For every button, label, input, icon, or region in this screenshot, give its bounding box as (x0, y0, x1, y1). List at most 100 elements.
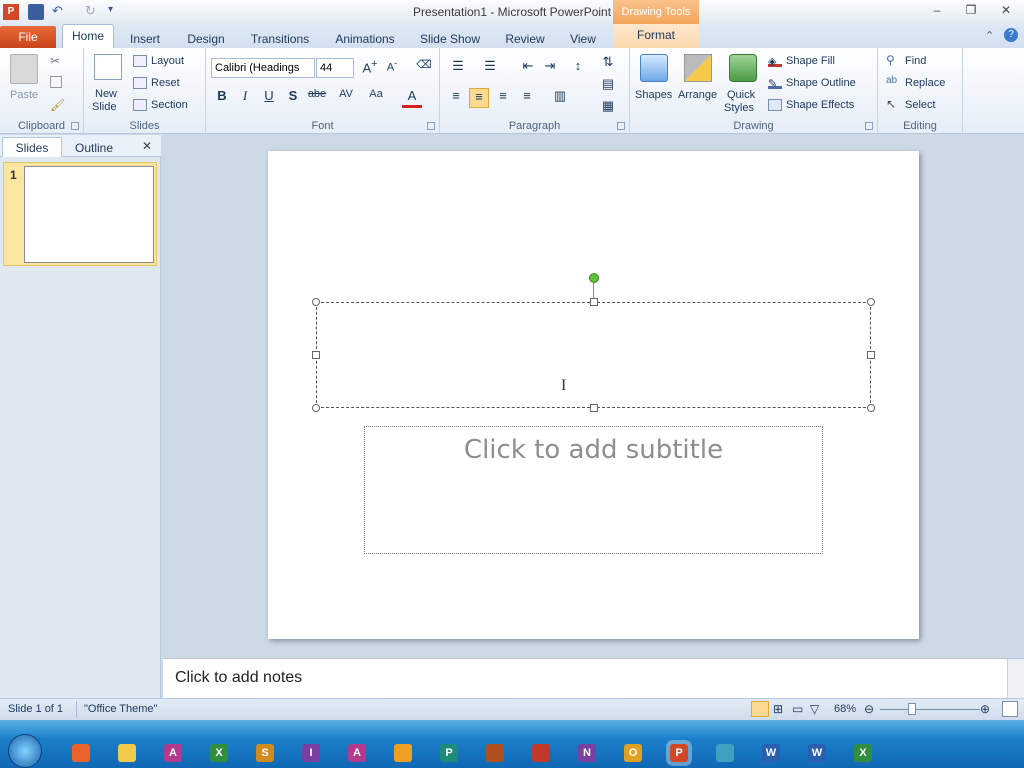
format-painter-icon[interactable]: 🖌 (50, 98, 65, 112)
cut-icon[interactable]: ✂ (50, 54, 60, 68)
tab-animations[interactable]: Animations (328, 28, 402, 48)
zoom-in-icon[interactable]: ⊕ (980, 702, 990, 716)
grow-font-icon[interactable]: A+ (360, 58, 380, 78)
shape-effects-button[interactable]: Shape Effects (786, 99, 854, 111)
smartart-icon[interactable]: ▦ (598, 98, 618, 118)
italic-button[interactable]: I (235, 88, 255, 108)
align-left-icon[interactable]: ≡ (446, 88, 466, 108)
tab-outline[interactable]: Outline (64, 139, 124, 157)
arrange-button[interactable]: Arrange (678, 89, 717, 101)
resize-handle-se[interactable] (867, 404, 875, 412)
project-icon[interactable] (532, 744, 550, 762)
onenote-icon[interactable]: N (578, 744, 596, 762)
drawing-launcher-icon[interactable] (865, 122, 873, 130)
fit-to-window-icon[interactable] (1002, 701, 1018, 717)
minimize-ribbon-icon[interactable]: ⌃ (985, 29, 994, 42)
skype-icon[interactable] (486, 744, 504, 762)
firefox-icon[interactable] (72, 744, 90, 762)
resize-handle-e[interactable] (867, 351, 875, 359)
word2-icon[interactable]: W (808, 744, 826, 762)
columns-icon[interactable]: ▥ (550, 88, 570, 108)
resize-handle-n[interactable] (590, 298, 598, 306)
copy-icon[interactable] (50, 76, 62, 88)
rotation-handle[interactable] (589, 273, 599, 283)
shapes-icon[interactable] (640, 54, 668, 82)
powerpoint-icon[interactable]: P (670, 744, 688, 762)
resize-handle-s[interactable] (590, 404, 598, 412)
slide[interactable]: I Click to add subtitle (268, 151, 919, 639)
infopath-icon[interactable]: I (302, 744, 320, 762)
clear-formatting-icon[interactable]: ⌫ (414, 58, 434, 78)
decrease-indent-icon[interactable]: ⇤ (518, 58, 538, 78)
resize-handle-ne[interactable] (867, 298, 875, 306)
replace-button[interactable]: Replace (905, 77, 945, 89)
access-icon[interactable]: A (164, 744, 182, 762)
close-button[interactable]: ✕ (994, 3, 1018, 20)
sway-icon[interactable]: S (256, 744, 274, 762)
align-right-icon[interactable]: ≡ (493, 88, 513, 108)
increase-indent-icon[interactable]: ⇥ (540, 58, 560, 78)
bold-button[interactable]: B (212, 88, 232, 108)
quick-styles-button[interactable]: Quick (727, 89, 755, 101)
zoom-level[interactable]: 68% (834, 703, 856, 715)
arrange-icon[interactable] (684, 54, 712, 82)
change-case-button[interactable]: Aa (364, 88, 388, 108)
align-text-icon[interactable]: ▤ (598, 76, 618, 96)
excel2-icon[interactable]: X (854, 744, 872, 762)
resize-handle-w[interactable] (312, 351, 320, 359)
tab-insert[interactable]: Insert (120, 28, 170, 48)
font-size-combo[interactable]: 44 (316, 58, 354, 78)
slide-thumbnail[interactable] (24, 166, 154, 263)
paint-icon[interactable] (716, 744, 734, 762)
new-slide-icon[interactable] (94, 54, 122, 80)
tab-view[interactable]: View (562, 28, 604, 48)
resize-handle-nw[interactable] (312, 298, 320, 306)
media-icon[interactable] (394, 744, 412, 762)
zoom-out-icon[interactable]: ⊖ (864, 702, 874, 716)
excel-icon[interactable]: X (210, 744, 228, 762)
shadow-button[interactable]: S (283, 88, 303, 108)
tab-transitions[interactable]: Transitions (242, 28, 318, 48)
line-spacing-icon[interactable]: ↕ (568, 58, 588, 78)
zoom-slider-thumb[interactable] (908, 703, 916, 715)
text-direction-icon[interactable]: ⇅ (598, 54, 618, 74)
tab-slides[interactable]: Slides (2, 137, 62, 157)
start-button[interactable] (8, 734, 42, 768)
font-name-combo[interactable]: Calibri (Headings (211, 58, 315, 78)
new-slide-button[interactable]: New (95, 88, 117, 100)
normal-view-icon[interactable] (751, 701, 769, 717)
clipboard-launcher-icon[interactable] (71, 122, 79, 130)
tab-format[interactable]: Format (613, 24, 699, 48)
slide-sorter-icon[interactable]: ⊞ (773, 702, 783, 716)
strikethrough-button[interactable]: abe (305, 88, 329, 108)
tab-file[interactable]: File (0, 26, 56, 48)
access2-icon[interactable]: A (348, 744, 366, 762)
resize-handle-sw[interactable] (312, 404, 320, 412)
paragraph-launcher-icon[interactable] (617, 122, 625, 130)
publisher-icon[interactable]: P (440, 744, 458, 762)
align-center-icon[interactable]: ≡ (469, 88, 489, 108)
tab-home[interactable]: Home (62, 24, 114, 48)
quick-styles-icon[interactable] (729, 54, 757, 82)
layout-button[interactable]: Layout (151, 55, 184, 67)
numbering-icon[interactable]: ☰ (480, 58, 500, 78)
tab-design[interactable]: Design (180, 28, 232, 48)
tab-slide-show[interactable]: Slide Show (412, 28, 488, 48)
shape-fill-button[interactable]: Shape Fill (786, 55, 835, 67)
bullets-icon[interactable]: ☰ (448, 58, 468, 78)
reset-button[interactable]: Reset (151, 77, 180, 89)
title-placeholder[interactable]: I (312, 298, 875, 412)
subtitle-placeholder[interactable]: Click to add subtitle (364, 426, 823, 554)
find-button[interactable]: Find (905, 55, 926, 67)
section-button[interactable]: Section (151, 99, 188, 111)
character-spacing-button[interactable]: AV (333, 88, 359, 108)
outlook-icon[interactable]: O (624, 744, 642, 762)
underline-button[interactable]: U (259, 88, 279, 108)
select-button[interactable]: Select (905, 99, 936, 111)
slideshow-view-icon[interactable]: ▽ (810, 702, 819, 716)
shrink-font-icon[interactable]: A- (382, 58, 402, 78)
paste-icon[interactable] (10, 54, 38, 84)
font-color-button[interactable]: A (402, 88, 422, 108)
explorer-icon[interactable] (118, 744, 136, 762)
word-icon[interactable]: W (762, 744, 780, 762)
